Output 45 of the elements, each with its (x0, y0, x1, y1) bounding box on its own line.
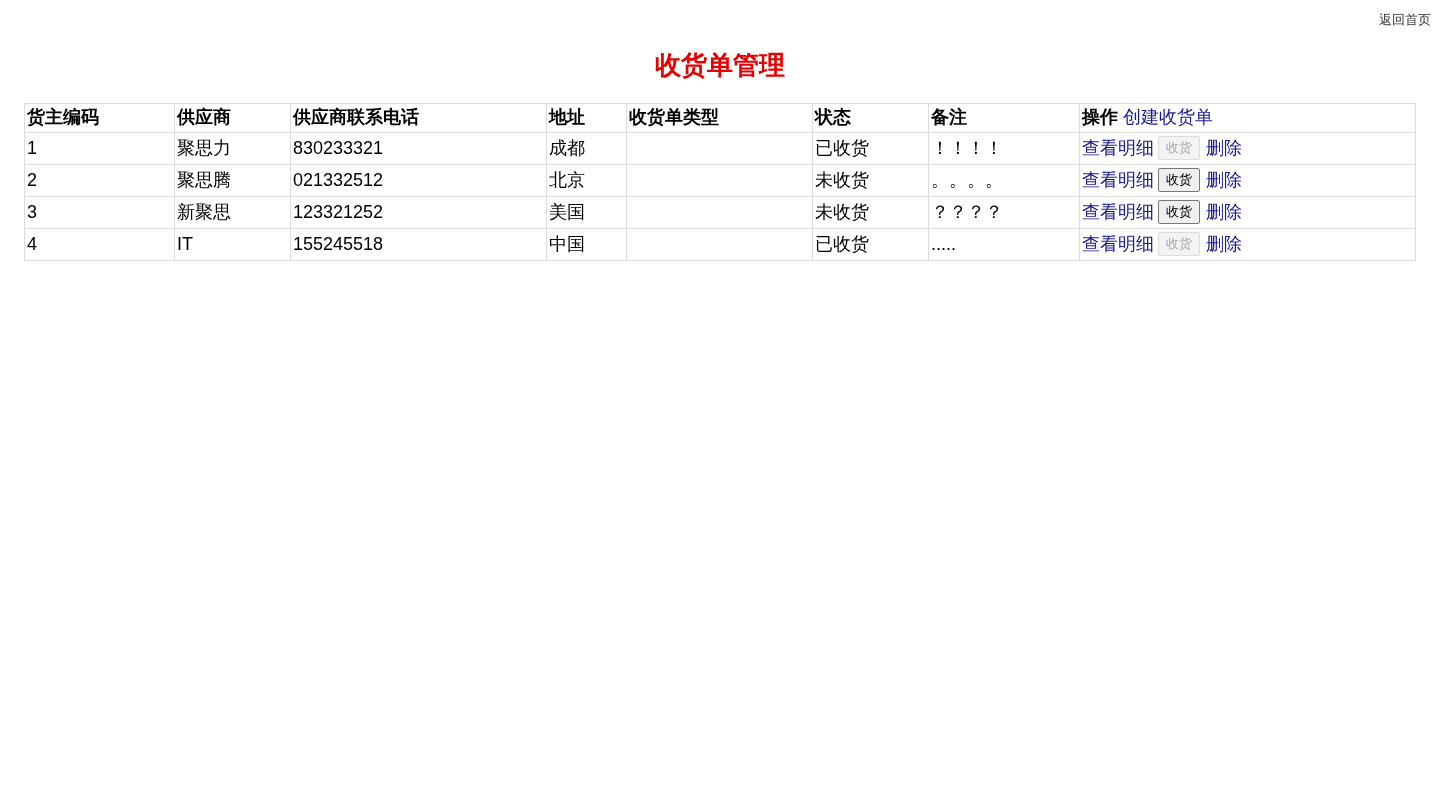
table-cell: 155245518 (293, 233, 384, 254)
column-header: 货主编码 (27, 107, 99, 127)
table-cell: 中国 (549, 233, 585, 254)
table-cell: IT (177, 233, 193, 254)
home-link[interactable]: 返回首页 (1379, 10, 1431, 30)
column-header: 操作 (1082, 107, 1118, 127)
receive-button[interactable]: 收货 (1158, 200, 1200, 224)
table-cell: 未收货 (815, 169, 869, 190)
table-cell: 聚思力 (177, 137, 231, 158)
table-cell: 830233321 (293, 137, 384, 158)
table-cell: 4 (27, 233, 37, 254)
view-details-link[interactable]: 查看明细 (1082, 166, 1154, 194)
table-cell: 3 (27, 201, 37, 222)
table-cell: ！！！！ (931, 137, 1003, 158)
delete-link[interactable]: 删除 (1206, 166, 1242, 194)
create-link[interactable]: 创建收货单 (1123, 107, 1213, 127)
view-details-link[interactable]: 查看明细 (1082, 134, 1154, 162)
table-cell: ？？？？ (931, 201, 1003, 222)
column-header: 备注 (931, 107, 967, 127)
table-cell: 2 (27, 169, 37, 190)
column-header: 地址 (549, 107, 585, 127)
column-header: 供应商 (177, 107, 231, 127)
table-cell: 1 (27, 137, 37, 158)
table-cell: 成都 (549, 137, 585, 158)
table-cell: 。。。。 (931, 169, 1003, 190)
column-header: 状态 (815, 107, 851, 127)
table-cell: 已收货 (815, 233, 869, 254)
table-cell: 新聚思 (177, 201, 231, 222)
delete-link[interactable]: 删除 (1206, 198, 1242, 226)
page-title: 收货单管理 (655, 48, 785, 82)
delete-link[interactable]: 删除 (1206, 134, 1242, 162)
table-cell: 北京 (549, 169, 585, 190)
table-cell: ..... (931, 233, 956, 254)
receive-button[interactable]: 收货 (1158, 168, 1200, 192)
table-cell: 未收货 (815, 201, 869, 222)
table-cell: 021332512 (293, 169, 384, 190)
table-cell: 聚思腾 (177, 169, 231, 190)
delete-link[interactable]: 删除 (1206, 230, 1242, 258)
table-cell: 已收货 (815, 137, 869, 158)
column-header: 供应商联系电话 (293, 107, 419, 127)
table-cell: 123321252 (293, 201, 384, 222)
view-details-link[interactable]: 查看明细 (1082, 198, 1154, 226)
view-details-link[interactable]: 查看明细 (1082, 230, 1154, 258)
column-header: 收货单类型 (629, 107, 719, 127)
table-cell: 美国 (549, 201, 585, 222)
